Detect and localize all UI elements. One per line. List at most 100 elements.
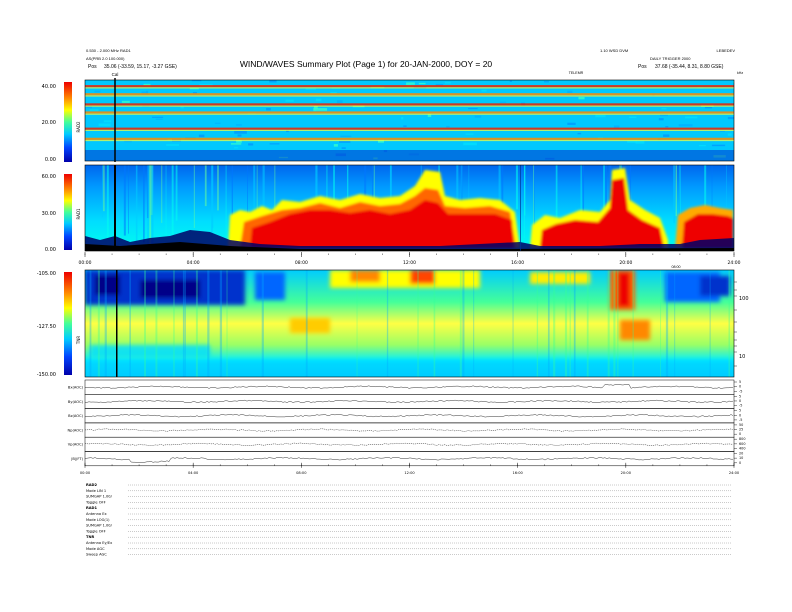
header-right-pos-label: Pos — [638, 64, 647, 70]
tnr-streak — [709, 270, 711, 377]
rad2-texture-patch — [595, 114, 606, 118]
rad2-texture-patch — [727, 133, 732, 136]
rad2-tick-top: 40.00 — [42, 84, 56, 90]
rad2-texture-patch — [103, 120, 112, 123]
trace-line — [84, 414, 734, 418]
time-tick-label: 04:00 — [187, 260, 200, 266]
rad1-streak — [106, 165, 109, 249]
rad2-texture-patch — [214, 122, 221, 124]
footer-line: RAD2 — [86, 483, 98, 487]
rad2-band-halo — [85, 129, 734, 131]
rad2-texture-patch — [305, 88, 316, 90]
rad2-label: RAD2 — [76, 121, 81, 132]
bottom-time-axis: 00:00 04:00 08:00 12:00 16:00 20:00 24:00 — [80, 462, 740, 475]
rad1-streak — [103, 165, 105, 212]
rad2-texture-patch — [145, 90, 149, 94]
rad1-streak — [123, 165, 126, 236]
rad2-texture-patch — [678, 124, 693, 127]
rad1-streak — [193, 165, 195, 228]
tnr-streak — [660, 270, 662, 377]
tnr-streak — [129, 270, 131, 377]
trace-line — [84, 442, 733, 446]
tnr-right-tick-100: 100 — [739, 296, 749, 302]
rad2-band-halo — [85, 95, 734, 97]
tnr-panel: -105.00 -127.50 -150.00 TNR 100 10 — [37, 269, 749, 378]
rad2-low-band — [85, 150, 734, 161]
tnr-streak — [512, 270, 514, 377]
rad2-texture-patch — [341, 147, 346, 149]
trace-line — [84, 384, 734, 389]
rad2-texture-patch — [661, 107, 667, 110]
rad2-texture-patch — [98, 123, 111, 127]
trace-panel-label: |B|(FT) — [71, 457, 83, 461]
rad1-streak — [171, 165, 174, 236]
footer-line: Mode LIN 1 — [86, 489, 106, 493]
tnr-streak — [547, 270, 550, 377]
time-tick-label: 16:00 — [512, 471, 523, 475]
trace-right-tick-label: 20 — [739, 452, 743, 456]
tnr-streak — [665, 270, 669, 377]
rad2-panel: 40.00 20.00 0.00 RAD2 — [42, 79, 735, 163]
rad1-streak — [673, 165, 675, 223]
rad1-streak — [274, 165, 276, 212]
time-tick-label: 04:00 — [188, 471, 199, 475]
footer-line: Sweep AGC — [86, 553, 107, 557]
rad2-texture-patch — [237, 134, 242, 137]
tnr-streak — [173, 270, 175, 377]
tnr-streak — [462, 270, 465, 377]
time-tick-label: 24:00 — [728, 260, 741, 266]
tnr-cal-line — [116, 270, 118, 377]
rad1-streak — [204, 165, 207, 207]
tnr-streak — [553, 270, 556, 377]
rad2-texture-patch — [663, 134, 670, 137]
rad1-streak — [135, 165, 138, 243]
footer-line: Antenna Ex — [86, 512, 108, 516]
tnr-streak — [226, 270, 228, 377]
rad2-texture-patch — [406, 82, 415, 85]
tnr-streak — [613, 270, 616, 377]
rad2-band-halo — [85, 113, 734, 115]
trace-right-tick-label: -5 — [739, 418, 742, 422]
rad2-texture-patch — [465, 133, 474, 135]
trace-right-tick-label: 0 — [739, 461, 741, 465]
rad2-texture-patch — [336, 100, 343, 104]
rad1-streak — [515, 165, 518, 210]
tnr-streak — [184, 270, 186, 377]
rad1-streak — [165, 165, 167, 241]
trace-right-tick-label: 50 — [739, 423, 743, 427]
rad2-texture-patch — [567, 122, 576, 125]
rad1-streak — [102, 165, 104, 218]
tnr-streak — [573, 270, 575, 377]
trace-right-tick-label: 0 — [739, 385, 741, 389]
trace-right-tick-label: 5 — [739, 380, 741, 384]
trace-right-tick-label: 10 — [739, 456, 743, 460]
trace-panel-label: By(AOC) — [68, 400, 84, 404]
tnr-streak — [586, 270, 589, 377]
rad1-streak — [225, 165, 227, 249]
rad1-streak — [161, 165, 163, 223]
trace-right-tick-label: -5 — [739, 389, 742, 393]
trace-line — [85, 428, 734, 432]
rad2-texture-patch — [234, 130, 247, 134]
tnr-telem-label: TELEMR — [569, 71, 584, 75]
tnr-streak — [607, 270, 610, 377]
trace-right-tick-label: -5 — [739, 404, 742, 408]
rad2-texture-patch — [403, 125, 407, 127]
rad1-tick-mid: 30.00 — [42, 211, 56, 217]
footer-line: Toggle OFF — [85, 500, 106, 504]
header-left-line1: 0.530 - 2.000 MHz RAD1 — [86, 48, 131, 53]
tnr-streak — [155, 270, 158, 377]
trace-right-tick-label: 5 — [739, 409, 741, 413]
rad1-streak — [212, 165, 214, 229]
tnr-streak — [97, 270, 100, 377]
trace-panel-frame — [84, 436, 735, 452]
tnr-streak — [386, 270, 389, 377]
time-tick-label: 12:00 — [403, 260, 416, 266]
tnr-streak — [104, 270, 107, 377]
page-title: WIND/WAVES Summary Plot (Page 1) for 20-… — [240, 59, 493, 69]
rad2-texture-patch — [152, 116, 164, 118]
tnr-streak — [564, 270, 568, 377]
trace-right-tick-label: 800 — [739, 437, 745, 441]
footer-line: Mode LOG(1) — [86, 518, 110, 522]
rad2-background — [85, 80, 734, 161]
